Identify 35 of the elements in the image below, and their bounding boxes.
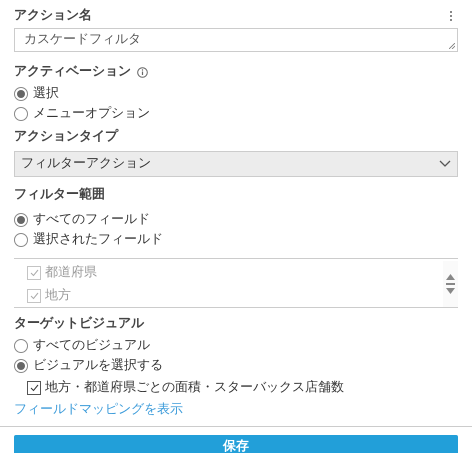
action-type-select[interactable]: フィルターアクション xyxy=(14,151,458,177)
radio-label: ビジュアルを選択する xyxy=(33,357,163,376)
check-icon xyxy=(30,384,38,392)
radio-label: すべてのフィールド xyxy=(33,211,150,230)
radio-button[interactable] xyxy=(14,233,28,247)
info-icon[interactable] xyxy=(137,66,148,78)
checkbox-label: 地方 xyxy=(45,286,71,305)
radio-option[interactable]: メニューオプション xyxy=(14,104,458,124)
check-icon xyxy=(30,292,38,300)
checkbox-label: 地方・都道府県ごとの面積・スターバックス店舗数 xyxy=(45,378,344,397)
radio-button[interactable] xyxy=(14,339,28,353)
section-heading: ターゲットビジュアル xyxy=(14,315,144,334)
name-field[interactable]: カスケードフィルタ xyxy=(14,28,458,52)
radio-button[interactable] xyxy=(14,359,28,373)
radio-label: 選択されたフィールド xyxy=(33,231,163,250)
radio-option[interactable]: すべてのフィールド xyxy=(14,210,458,230)
radio-option[interactable]: 選択されたフィールド xyxy=(14,230,458,250)
radio-option[interactable]: ビジュアルを選択する xyxy=(14,356,458,376)
radio-button[interactable] xyxy=(14,87,28,101)
checkbox-label: 都道府県 xyxy=(45,264,97,282)
radio-option[interactable]: 選択 xyxy=(14,84,458,104)
chevron-down-icon xyxy=(439,160,451,168)
radio-button[interactable] xyxy=(14,107,28,121)
radio-label: すべてのビジュアル xyxy=(33,337,150,356)
resize-grip-icon[interactable] xyxy=(449,43,455,49)
section-heading: アクティベーション xyxy=(14,63,131,82)
radio-button[interactable] xyxy=(14,213,28,227)
checkbox[interactable] xyxy=(27,380,41,394)
section-heading: アクションタイプ xyxy=(14,128,118,146)
check-icon xyxy=(30,268,38,276)
radio-label: 選択 xyxy=(33,85,59,104)
radio-option[interactable]: すべてのビジュアル xyxy=(14,336,458,356)
radio-label: メニューオプション xyxy=(33,105,150,124)
section-heading: アクション名 xyxy=(14,7,92,26)
section-heading: フィルター範囲 xyxy=(14,186,105,204)
